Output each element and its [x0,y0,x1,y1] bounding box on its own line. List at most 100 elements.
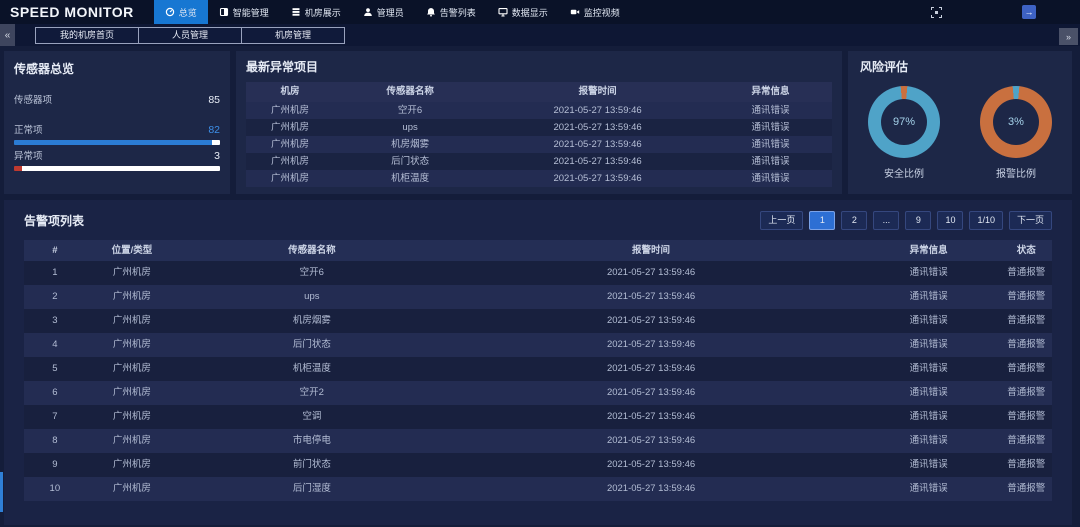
cell-info: 通讯错误 [857,357,1001,381]
nav-item-overview[interactable]: 总览 [154,0,208,24]
safety-donut-chart: 97% [868,86,940,158]
cell-location: 广州机房 [86,405,179,429]
table-row: 9 广州机房 前门状态 2021-05-27 13:59:46 通讯错误 普通报… [24,453,1052,477]
sensor-normal-label: 正常项 [14,122,43,136]
collapse-right-icon[interactable]: » [1059,28,1078,45]
video-camera-icon [570,7,580,17]
cell-time: 2021-05-27 13:59:46 [445,453,856,477]
sensor-normal-value: 82 [208,124,220,136]
page-indicator: 1/10 [969,211,1003,230]
page-button-2[interactable]: 2 [841,211,867,230]
page-button-1[interactable]: 1 [809,211,835,230]
cell-sensor: 机房烟雾 [334,136,486,153]
cell-info: 通讯错误 [857,333,1001,357]
app-title: SPEED MONITOR [0,0,154,24]
col-header-location: 位置/类型 [86,240,179,261]
cell-room: 广州机房 [246,153,334,170]
fullscreen-icon[interactable] [931,7,942,18]
nav-item-video[interactable]: 监控视频 [559,0,631,24]
safety-percent-value: 97% [868,86,940,158]
table-row: 7 广州机房 空调 2021-05-27 13:59:46 通讯错误 普通报警 [24,405,1052,429]
cell-info: 通讯错误 [857,429,1001,453]
col-header-sensor: 传感器名称 [178,240,445,261]
table-row: 6 广州机房 空开2 2021-05-27 13:59:46 通讯错误 普通报警 [24,381,1052,405]
cell-time: 2021-05-27 13:59:46 [445,477,856,501]
fullscreen-icon-dot [935,11,938,14]
sensor-abnormal-row: 异常项 3 [14,148,220,162]
page-ellipsis-button[interactable]: ... [873,211,899,230]
cell-status: 普通报警 [1001,309,1052,333]
nav-item-alarm-list[interactable]: 告警列表 [415,0,487,24]
page-button-9[interactable]: 9 [905,211,931,230]
cell-sensor: 空开2 [178,381,445,405]
cell-sensor: 后门湿度 [178,477,445,501]
cell-location: 广州机房 [86,453,179,477]
latest-abnormal-panel: 最新异常项目 机房 传感器名称 报警时间 异常信息 广州机房 空开6 2021-… [236,51,842,194]
logout-icon[interactable]: → [1022,5,1036,19]
nav-item-label: 机房展示 [305,6,341,19]
risk-title: 风险评估 [860,58,1060,75]
col-header-num: # [24,240,86,261]
prev-page-button[interactable]: 上一页 [760,211,803,230]
cell-location: 广州机房 [86,261,179,285]
col-header-time: 报警时间 [445,240,856,261]
cell-num: 4 [24,333,86,357]
nav-item-data-display[interactable]: 数据显示 [487,0,559,24]
cell-info: 通讯错误 [709,102,832,119]
table-row: 广州机房 ups 2021-05-27 13:59:46 通讯错误 [246,119,832,136]
tab-home[interactable]: 我的机房首页 [35,27,139,44]
sensor-normal-row: 正常项 82 [14,122,220,136]
nav-item-room-display[interactable]: 机房展示 [280,0,352,24]
alert-list-panel: 告警项列表 上一页 1 2 ... 9 10 1/10 下一页 # 位置/类型 … [4,200,1072,525]
scrollbar-thumb[interactable] [0,472,3,512]
cell-time: 2021-05-27 13:59:46 [486,136,709,153]
alarm-donut-chart: 3% [980,86,1052,158]
nav-item-label: 总览 [179,6,197,19]
tab-personnel[interactable]: 人员管理 [138,27,242,44]
cell-num: 6 [24,381,86,405]
cell-time: 2021-05-27 13:59:46 [486,102,709,119]
sensor-total-row: 传感器项 85 [14,92,220,106]
data-monitor-icon [498,7,508,17]
next-page-button[interactable]: 下一页 [1009,211,1052,230]
admin-user-icon [363,7,373,17]
main-menu: 总览 智能管理 机房展示 管理员 告警列表 [154,0,631,24]
sensor-abnormal-label: 异常项 [14,148,43,162]
cell-time: 2021-05-27 13:59:46 [445,333,856,357]
table-row: 8 广州机房 市电停电 2021-05-27 13:59:46 通讯错误 普通报… [24,429,1052,453]
cell-time: 2021-05-27 13:59:46 [486,119,709,136]
col-header-info: 异常信息 [709,82,832,102]
table-row: 1 广州机房 空开6 2021-05-27 13:59:46 通讯错误 普通报警 [24,261,1052,285]
nav-item-label: 智能管理 [233,6,269,19]
cell-time: 2021-05-27 13:59:46 [445,429,856,453]
page-button-10[interactable]: 10 [937,211,963,230]
nav-item-smart-manage[interactable]: 智能管理 [208,0,280,24]
collapse-left-icon[interactable]: « [0,24,15,46]
cell-sensor: 后门状态 [334,153,486,170]
col-header-status: 状态 [1001,240,1052,261]
col-header-info: 异常信息 [857,240,1001,261]
cell-info: 通讯错误 [857,405,1001,429]
cell-time: 2021-05-27 13:59:46 [486,170,709,187]
cell-info: 通讯错误 [709,153,832,170]
cell-status: 普通报警 [1001,261,1052,285]
cell-num: 5 [24,357,86,381]
tab-room-manage[interactable]: 机房管理 [241,27,345,44]
col-header-room: 机房 [246,82,334,102]
cell-info: 通讯错误 [709,119,832,136]
cell-sensor: 空调 [178,405,445,429]
nav-item-label: 告警列表 [440,6,476,19]
cell-info: 通讯错误 [709,170,832,187]
abnormal-progress-bar [14,166,220,171]
cell-num: 3 [24,309,86,333]
nav-item-admin[interactable]: 管理员 [352,0,415,24]
sensor-overview-panel: 传感器总览 传感器项 85 正常项 82 异常项 3 [4,51,230,194]
cell-info: 通讯错误 [857,477,1001,501]
cell-info: 通讯错误 [857,453,1001,477]
cell-num: 7 [24,405,86,429]
navbar-right: → [931,0,1080,24]
tabs: 我的机房首页 人员管理 机房管理 [35,27,345,44]
cell-location: 广州机房 [86,429,179,453]
alert-list-title: 告警项列表 [24,212,84,229]
cell-num: 2 [24,285,86,309]
